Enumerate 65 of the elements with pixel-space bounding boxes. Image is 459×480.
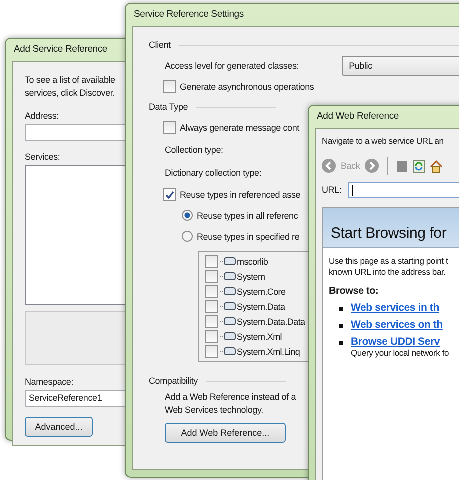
field-label: Dictionary collection type: <box>165 168 262 178</box>
bullet-icon <box>339 341 343 345</box>
assembly-name: System <box>237 272 266 282</box>
description-text: Add a Web Reference instead of a <box>164 391 298 404</box>
assembly-name: System.Xml <box>237 332 282 342</box>
section-heading: Browse to: <box>329 286 380 297</box>
intro-text: known URL into the address bar. <box>329 267 447 278</box>
group-heading: Data Type <box>149 102 188 112</box>
home-icon[interactable] <box>430 160 444 172</box>
bullet-icon <box>339 307 343 311</box>
assembly-name: System.Xml.Linq <box>237 346 300 356</box>
refresh-icon[interactable] <box>413 160 426 172</box>
checkbox[interactable] <box>205 315 218 328</box>
assembly-name: mscorlib <box>237 256 268 266</box>
url-field[interactable] <box>348 182 459 198</box>
checkbox[interactable] <box>205 300 218 313</box>
bullet-icon <box>339 324 343 328</box>
checkbox[interactable] <box>163 121 176 134</box>
checkbox[interactable] <box>163 188 176 201</box>
field-label: URL: <box>322 185 342 195</box>
assembly-icon <box>220 272 236 281</box>
checkbox-label: Reuse types in referenced asse <box>180 190 301 200</box>
window-title: Service Reference Settings <box>133 8 245 22</box>
assembly-name: System.Core <box>237 286 286 296</box>
window-title: Add Web Reference <box>316 110 400 124</box>
intro-text: Use this page as a starting point t <box>329 256 450 267</box>
field-label: Services: <box>25 152 62 162</box>
assembly-icon <box>220 317 236 326</box>
field-label: Access level for generated classes: <box>165 60 300 70</box>
assembly-icon <box>220 347 236 356</box>
radio-label: Reuse types in all referenc <box>197 210 298 220</box>
link[interactable]: Web services in th <box>351 302 440 314</box>
radio-button[interactable] <box>182 231 193 242</box>
checkbox[interactable] <box>205 270 218 283</box>
assembly-name: System.Data <box>237 302 286 312</box>
assembly-icon <box>220 332 236 341</box>
checkbox-label: Generate asynchronous operations <box>180 82 314 92</box>
stop-icon[interactable] <box>396 160 408 172</box>
link-description: Query your local network fo <box>351 348 450 359</box>
access-level-dropdown[interactable]: Public <box>342 56 459 76</box>
field-label: Address: <box>25 111 60 121</box>
instruction-text: services, click Discover. <box>25 87 116 100</box>
assembly-icon <box>220 302 236 311</box>
checkbox-label: Always generate message cont <box>180 122 300 132</box>
checkbox[interactable] <box>205 285 218 298</box>
description-text: Web Services technology. <box>164 404 264 417</box>
checkbox[interactable] <box>163 80 176 93</box>
checkbox[interactable] <box>205 345 218 358</box>
radio-label: Reuse types in specified re <box>197 232 300 242</box>
assembly-icon <box>220 287 236 296</box>
assembly-name: System.Data.Data <box>237 316 306 326</box>
link[interactable]: Web services on th <box>351 319 443 331</box>
field-label: Collection type: <box>165 144 224 154</box>
add-web-reference-button[interactable]: Add Web Reference... <box>165 423 286 443</box>
link[interactable]: Browse UDDI Serv <box>351 336 440 348</box>
checkbox[interactable] <box>205 255 218 268</box>
checkbox[interactable] <box>205 330 218 343</box>
radio-button[interactable] <box>182 210 193 221</box>
page-heading: Start Browsing for <box>331 225 447 242</box>
instruction-text: To see a list of available <box>25 74 116 87</box>
assembly-icon <box>220 257 236 266</box>
advanced-button[interactable]: Advanced... <box>25 417 93 437</box>
group-heading: Client <box>149 40 171 50</box>
group-heading: Compatibility <box>149 376 198 386</box>
instruction-text: Navigate to a web service URL an <box>322 136 445 146</box>
